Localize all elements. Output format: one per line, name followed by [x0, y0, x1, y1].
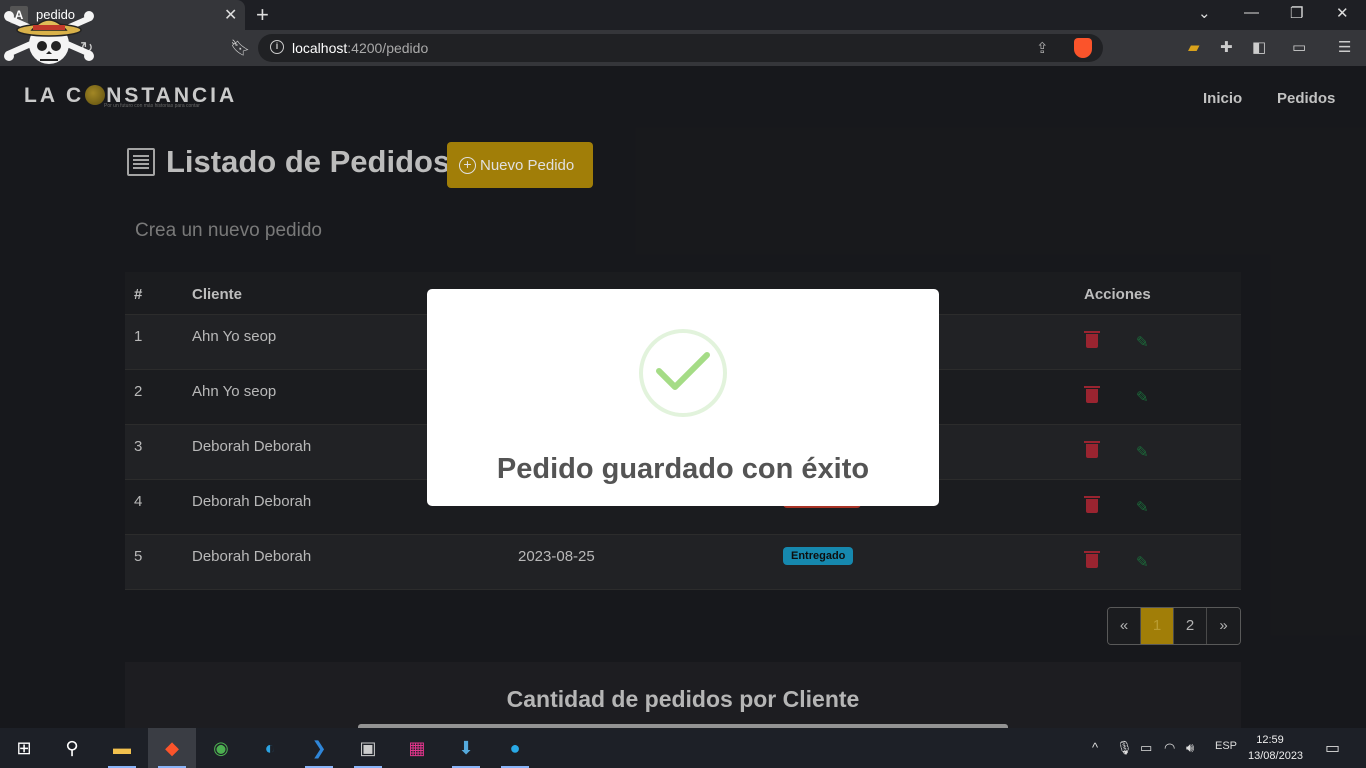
restore-button[interactable]: ❐ — [1290, 4, 1303, 22]
tab-search-icon[interactable]: ⌄ — [1198, 4, 1211, 22]
vscode-icon[interactable]: ❯ — [295, 728, 343, 768]
close-window-button[interactable]: ✕ — [1336, 4, 1349, 22]
minimize-button[interactable]: — — [1244, 4, 1259, 21]
new-tab-button[interactable]: + — [256, 2, 269, 28]
url-text: localhost:4200/pedido — [292, 40, 429, 56]
chrome-icon[interactable]: ◉ — [197, 728, 245, 768]
browser-toolbar: ↻ 🔖︎ i localhost:4200/pedido ⇪ ▰ ✚ ◧ ▭ ☰ — [0, 30, 1366, 66]
bookmark-icon[interactable]: 🔖︎ — [230, 38, 250, 58]
wifi-icon[interactable]: ◠ — [1164, 740, 1175, 756]
app-icon[interactable]: ⬇ — [442, 728, 490, 768]
windows-start-icon[interactable]: ⊞ — [0, 728, 48, 768]
battery-icon[interactable]: ▭ — [1140, 740, 1152, 756]
clock-time: 12:59 — [1256, 734, 1284, 746]
site-info-icon[interactable]: i — [270, 40, 284, 54]
file-explorer-icon[interactable]: ▬ — [98, 728, 146, 768]
clock[interactable]: 12:59 13/08/2023 — [1248, 732, 1304, 764]
language-indicator[interactable]: ESP — [1215, 740, 1237, 752]
success-modal: Pedido guardado con éxito — [427, 289, 939, 506]
terminal-icon[interactable]: ▣ — [344, 728, 392, 768]
notifications-icon[interactable]: ▭ — [1325, 738, 1340, 758]
skull-straw-hat-icon — [4, 11, 94, 64]
windows-taskbar: ⊞ ⚲ ▬ ◆ ◉ ◐ ❯ ▣ ▦ ⬇ ● ^ 🎙︎ ▭ ◠ 🔊︎ ESP 12… — [0, 728, 1366, 768]
search-icon[interactable]: ⚲ — [48, 728, 96, 768]
intellij-icon[interactable]: ▦ — [393, 728, 441, 768]
tray-chevron-icon[interactable]: ^ — [1092, 740, 1098, 755]
browser-tabbar: A pedido ✕ + ⌄ — ❐ ✕ — [0, 0, 1366, 30]
edge-icon[interactable]: ◐ — [246, 728, 294, 768]
app-bird-icon[interactable]: ● — [491, 728, 539, 768]
microphone-icon[interactable]: 🎙︎ — [1116, 740, 1133, 756]
wallet-icon[interactable]: ▭ — [1292, 38, 1306, 56]
close-tab-icon[interactable]: ✕ — [224, 5, 237, 25]
extension-icon[interactable]: ▰ — [1188, 38, 1200, 56]
clock-date: 13/08/2023 — [1248, 750, 1304, 762]
share-icon[interactable]: ⇪ — [1036, 39, 1049, 57]
modal-message: Pedido guardado con éxito — [496, 453, 870, 485]
puzzle-icon[interactable]: ✚ — [1220, 38, 1233, 56]
brave-browser-icon[interactable]: ◆ — [148, 728, 196, 768]
address-bar[interactable]: i localhost:4200/pedido ⇪ — [258, 34, 1103, 62]
sidebar-icon[interactable]: ◧ — [1252, 38, 1266, 56]
success-check-icon — [656, 352, 710, 390]
brave-shield-icon[interactable] — [1074, 38, 1092, 58]
volume-icon[interactable]: 🔊︎ — [1186, 740, 1194, 756]
menu-icon[interactable]: ☰ — [1338, 38, 1351, 56]
